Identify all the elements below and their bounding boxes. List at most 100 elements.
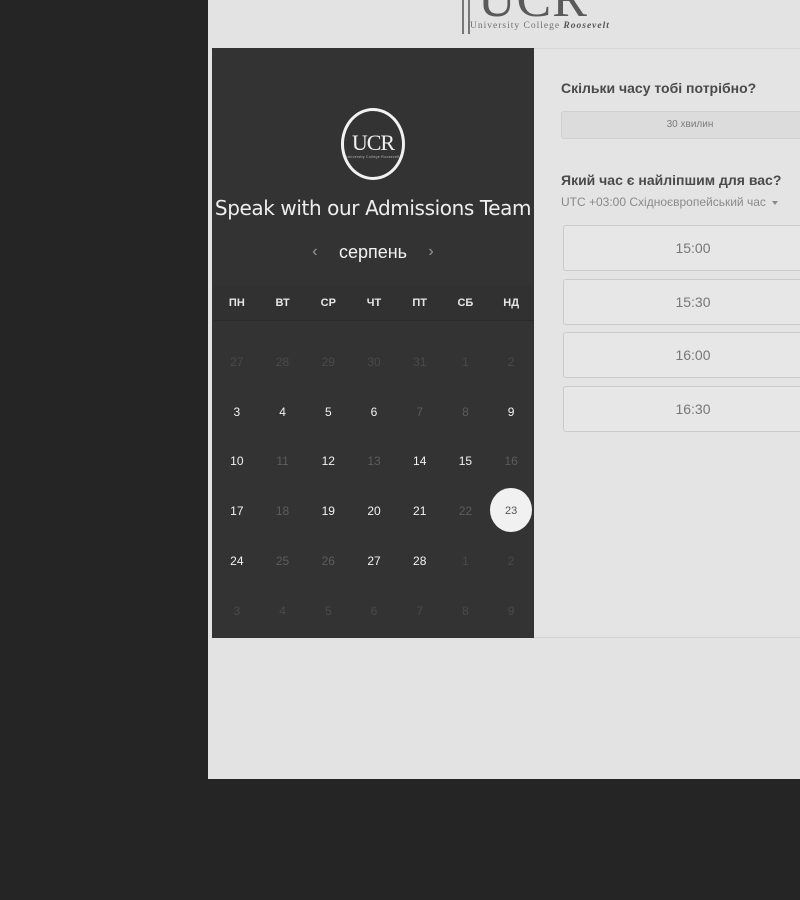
calendar-day-number: 2	[507, 354, 515, 369]
calendar-day: 1	[443, 337, 489, 387]
calendar-day: 1	[443, 536, 489, 586]
calendar-day: 8	[443, 387, 489, 437]
calendar-day-number: 5	[324, 404, 332, 419]
calendar-day-number: 7	[416, 404, 424, 419]
calendar-day-number: 12	[321, 454, 335, 469]
calendar-day-number: 1	[462, 554, 469, 569]
calendar-day: 13	[351, 437, 397, 487]
day-grid: 27 28 29 30 31 1 2 3 4 5 6 7 8 9 10 11 12 13 14 15 16 17 18 19 2…	[214, 337, 534, 635]
time-slot-button[interactable]: 16:30	[563, 385, 800, 432]
calendar-day: 18	[260, 486, 306, 536]
calendar-day-number: 8	[462, 404, 469, 419]
calendar-day: 9	[488, 586, 534, 636]
calendar-day[interactable]: 27	[351, 536, 397, 586]
calendar-day-number: 6	[370, 603, 378, 618]
calendar-day[interactable]: 15	[443, 437, 489, 487]
calendar-day: 29	[305, 337, 351, 387]
month-label: серпень	[338, 241, 408, 262]
calendar-day-number: 7	[416, 603, 424, 618]
calendar-day[interactable]: 10	[214, 437, 260, 487]
calendar-day: 3	[214, 586, 260, 636]
timezone-label: UTC +03:00 Східноєвропейський час	[561, 195, 766, 209]
calendar-day: 25	[260, 536, 306, 586]
duration-value: 30 хвилин	[666, 119, 714, 130]
calendar-day: 31	[397, 337, 443, 387]
calendar-day-number: 28	[275, 354, 290, 369]
calendar-panel: UCR University College Roosevelt Speak w…	[212, 48, 534, 638]
calendar-day-number: 1	[462, 354, 469, 369]
calendar-day-number: 3	[233, 404, 241, 419]
calendar-day[interactable]: 28	[397, 536, 443, 586]
month-navigation: ‹ серпень ›	[212, 238, 534, 266]
weekday-label: ПН	[228, 296, 245, 309]
calendar-day[interactable]: 12	[305, 437, 351, 487]
duration-select[interactable]: 30 хвилин	[561, 111, 800, 139]
calendar-day: 27	[214, 337, 260, 387]
page: UCR University College Roosevelt UCR Uni…	[0, 0, 800, 900]
ucr-logo-text: UCR	[351, 129, 395, 155]
calendar-day: 16	[488, 437, 534, 487]
calendar-day: 4	[260, 586, 306, 636]
calendar-day-number: 17	[230, 504, 244, 519]
calendar-day[interactable]: 3	[214, 387, 260, 437]
time-slot-button[interactable]: 16:00	[563, 332, 800, 378]
calendar-day-number: 4	[279, 603, 286, 618]
weekday-header: ПН ВТ СР ЧТ ПТ СБ НД	[214, 285, 534, 321]
weekday-label: НД	[503, 296, 520, 309]
time-slot-list: 15:00 15:30 16:00 16:30	[563, 225, 800, 439]
calendar-day: 28	[260, 337, 306, 387]
time-slot-button[interactable]: 15:00	[563, 225, 800, 271]
calendar-day-number: 5	[324, 603, 332, 618]
calendar-day[interactable]: 17	[214, 486, 260, 536]
calendar-day: 7	[397, 387, 443, 437]
logo-tower-bar	[462, 0, 464, 34]
calendar-day-selected[interactable]: 23	[488, 486, 534, 536]
calendar-day-number: 19	[321, 504, 335, 519]
calendar-day-number: 24	[230, 554, 244, 569]
calendar-day-number: 15	[458, 454, 473, 469]
calendar-day-number: 28	[413, 554, 427, 569]
time-question: Який час є найліпшим для вас?	[561, 172, 782, 188]
calendar-day: 5	[305, 586, 351, 636]
calendar-day: 11	[260, 437, 306, 487]
calendar-day-number: 3	[233, 603, 241, 618]
calendar-day: 7	[397, 586, 443, 636]
ucr-logo: UCR University College Roosevelt	[341, 108, 405, 180]
calendar-day-number: 23	[505, 505, 518, 518]
calendar-day-number: 20	[367, 504, 381, 519]
calendar-day[interactable]: 21	[397, 486, 443, 536]
calendar-day[interactable]: 4	[260, 387, 306, 437]
calendar-day[interactable]: 5	[305, 387, 351, 437]
prev-month-icon[interactable]: ‹	[305, 243, 325, 261]
ucr-logo-subtitle: University College Roosevelt	[346, 154, 400, 159]
header-logo: UCR University College Roosevelt	[460, 0, 620, 36]
calendar-day: 22	[443, 486, 489, 536]
header-logo-subtitle-prefix: University College	[470, 21, 561, 31]
calendar-day[interactable]: 14	[397, 437, 443, 487]
calendar-day[interactable]: 6	[351, 387, 397, 437]
calendar-day-number: 13	[367, 454, 381, 469]
calendar-day[interactable]: 20	[351, 486, 397, 536]
time-slot-label: 15:30	[675, 293, 711, 310]
calendar-day-number: 22	[458, 504, 473, 519]
header-logo-subtitle: University College Roosevelt	[470, 21, 610, 31]
calendar-day: 30	[351, 337, 397, 387]
calendar-day-number: 27	[230, 354, 244, 369]
calendar-day[interactable]: 19	[305, 486, 351, 536]
calendar-day-number: 31	[413, 354, 427, 369]
weekday-label: ЧТ	[366, 296, 382, 309]
timezone-select[interactable]: UTC +03:00 Східноєвропейський час	[561, 195, 778, 209]
weekday-label: ВТ	[275, 296, 290, 309]
next-month-icon[interactable]: ›	[421, 243, 441, 261]
calendar-day: 2	[488, 337, 534, 387]
weekday-label: ПТ	[412, 296, 428, 309]
calendar-day-number: 30	[367, 354, 381, 369]
calendar-day-number: 9	[507, 603, 515, 618]
time-slot-label: 16:00	[675, 347, 711, 363]
calendar-day-number: 2	[507, 554, 515, 569]
calendar-day[interactable]: 24	[214, 536, 260, 586]
calendar-day-number: 25	[275, 554, 290, 569]
calendar-day[interactable]: 9	[488, 387, 534, 437]
header-logo-subtitle-name: Roosevelt	[563, 21, 610, 31]
time-slot-button[interactable]: 15:30	[563, 278, 800, 325]
